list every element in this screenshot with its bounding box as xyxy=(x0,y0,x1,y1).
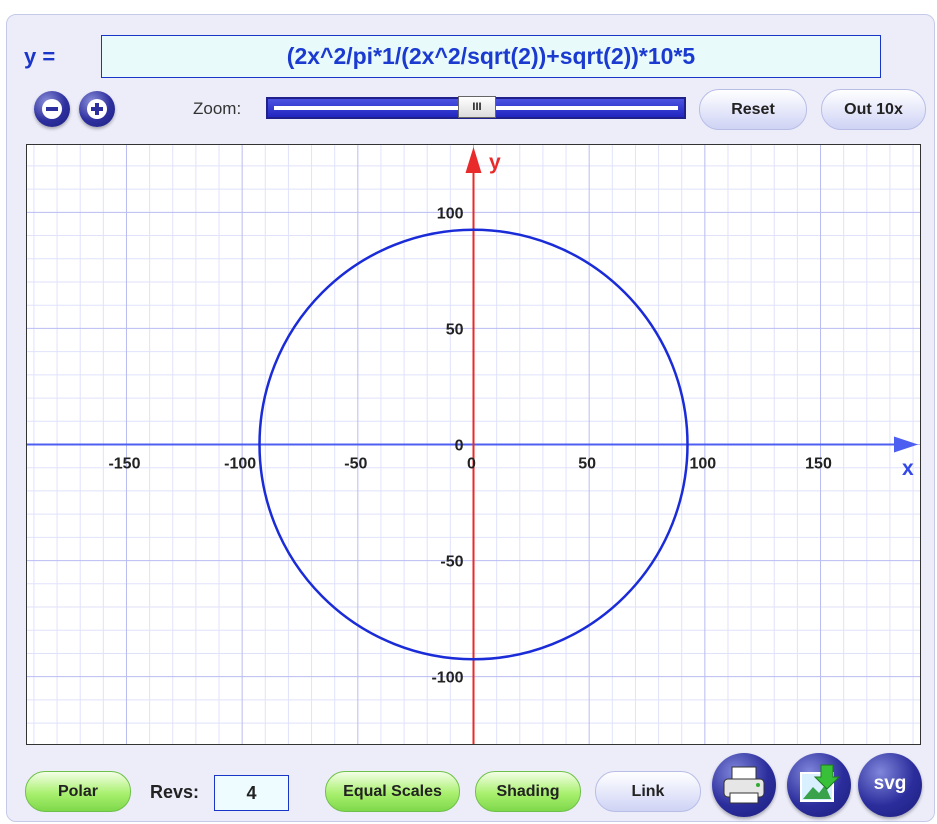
graph-area[interactable]: -150 -100 -50 0 50 100 150 -100 -50 0 50 100 x y xyxy=(26,144,921,745)
y-tick-label: -100 xyxy=(431,670,463,687)
print-icon xyxy=(723,766,765,804)
plot-svg: -150 -100 -50 0 50 100 150 -100 -50 0 50 100 xyxy=(27,145,920,744)
print-button[interactable] xyxy=(712,753,776,817)
y-tick-label: 50 xyxy=(446,321,464,338)
formula-prefix: y = xyxy=(24,44,56,69)
x-tick-label: 0 xyxy=(467,456,476,473)
polar-button[interactable]: Polar xyxy=(25,771,131,812)
x-tick-label: 50 xyxy=(578,456,596,473)
y-axis-label: y xyxy=(489,151,501,174)
zoom-slider-thumb[interactable]: III xyxy=(458,96,496,118)
revs-label: Revs: xyxy=(150,782,200,802)
zoom-out-icon xyxy=(42,99,62,119)
x-tick-label: -50 xyxy=(344,456,367,473)
x-axis-arrow xyxy=(894,436,918,453)
zoom-in-button[interactable] xyxy=(79,91,115,127)
out-10x-button[interactable]: Out 10x xyxy=(821,89,926,130)
zoom-in-icon xyxy=(87,99,107,119)
formula-input[interactable]: (2x^2/pi*1/(2x^2/sqrt(2))+sqrt(2))*10*5 xyxy=(101,35,881,78)
x-tick-label: 100 xyxy=(689,456,716,473)
link-button[interactable]: Link xyxy=(595,771,701,812)
y-tick-label: -50 xyxy=(440,554,463,571)
x-tick-label: -150 xyxy=(108,456,140,473)
equal-scales-button[interactable]: Equal Scales xyxy=(325,771,460,812)
reset-button[interactable]: Reset xyxy=(699,89,807,130)
save-image-button[interactable] xyxy=(787,753,851,817)
save-image-icon xyxy=(800,764,841,802)
svg-export-icon: svg xyxy=(873,773,907,794)
y-tick-label: 0 xyxy=(455,438,464,455)
x-tick-label: -100 xyxy=(224,456,256,473)
x-axis-label: x xyxy=(902,457,914,480)
svg-export-button[interactable]: svg xyxy=(858,753,922,817)
zoom-slider[interactable]: III xyxy=(266,96,686,119)
y-axis-arrow xyxy=(465,147,482,173)
zoom-label: Zoom: xyxy=(193,99,242,118)
y-tick-label: 100 xyxy=(437,205,464,222)
shading-button[interactable]: Shading xyxy=(475,771,581,812)
revs-input[interactable]: 4 xyxy=(214,775,289,811)
x-tick-label: 150 xyxy=(805,456,832,473)
zoom-out-button[interactable] xyxy=(34,91,70,127)
